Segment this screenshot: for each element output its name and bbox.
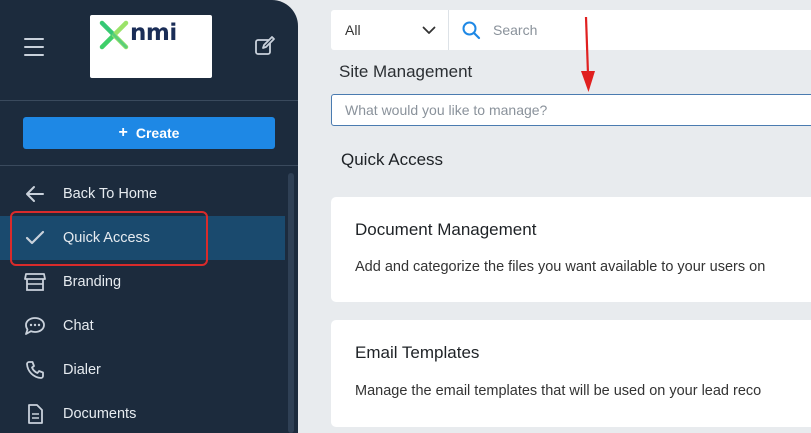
divider xyxy=(0,165,298,166)
sidebar: nmi + Create Back To Home Quick Access B… xyxy=(0,0,298,433)
filter-select[interactable]: All xyxy=(331,10,449,50)
sidebar-item-chat[interactable]: Chat xyxy=(0,304,288,348)
search-input[interactable] xyxy=(493,22,793,38)
manage-search-input[interactable] xyxy=(331,94,811,126)
divider xyxy=(0,100,298,101)
sidebar-item-back-to-home[interactable]: Back To Home xyxy=(0,172,288,216)
card-description: Add and categorize the files you want av… xyxy=(355,259,766,275)
chevron-down-icon xyxy=(422,26,436,34)
document-icon xyxy=(23,403,47,425)
create-button[interactable]: + Create xyxy=(23,117,275,149)
sidebar-nav: Back To Home Quick Access Branding Chat … xyxy=(0,172,288,433)
card-document-management[interactable]: Document Management Add and categorize t… xyxy=(331,197,811,302)
sidebar-scrollbar[interactable] xyxy=(288,173,294,433)
search-icon[interactable] xyxy=(461,20,481,40)
card-email-templates[interactable]: Email Templates Manage the email templat… xyxy=(331,320,811,427)
sidebar-item-label: Branding xyxy=(63,274,122,290)
card-title: Email Templates xyxy=(355,343,480,362)
hamburger-menu-icon[interactable] xyxy=(24,38,44,56)
sidebar-item-label: Back To Home xyxy=(63,186,158,202)
sidebar-item-label: Quick Access xyxy=(63,230,151,246)
annotation-arrow-icon xyxy=(581,16,595,92)
logo: nmi xyxy=(90,15,212,78)
sidebar-item-branding[interactable]: Branding xyxy=(0,260,288,304)
sidebar-item-label: Dialer xyxy=(63,362,101,378)
phone-icon xyxy=(23,359,47,381)
create-button-label: Create xyxy=(135,125,180,141)
quick-access-heading: Quick Access xyxy=(341,150,444,169)
logo-text: nmi xyxy=(130,20,177,46)
nmi-logo-mark-icon xyxy=(99,20,129,50)
sidebar-item-label: Chat xyxy=(63,318,94,334)
sidebar-item-documents[interactable]: Documents xyxy=(0,392,288,433)
search-wrapper xyxy=(449,10,811,50)
plus-icon: + xyxy=(118,124,128,141)
check-icon xyxy=(23,227,47,249)
storefront-icon xyxy=(23,271,47,293)
chat-bubble-icon xyxy=(23,315,47,337)
edit-icon[interactable] xyxy=(254,35,276,62)
arrow-left-icon xyxy=(23,183,47,205)
sidebar-item-quick-access[interactable]: Quick Access xyxy=(0,216,285,260)
search-bar: All xyxy=(331,10,811,50)
card-description: Manage the email templates that will be … xyxy=(355,383,762,399)
filter-value: All xyxy=(345,22,361,38)
sidebar-item-dialer[interactable]: Dialer xyxy=(0,348,288,392)
page-title: Site Management xyxy=(339,62,473,81)
card-title: Document Management xyxy=(355,220,537,239)
sidebar-item-label: Documents xyxy=(63,406,137,422)
